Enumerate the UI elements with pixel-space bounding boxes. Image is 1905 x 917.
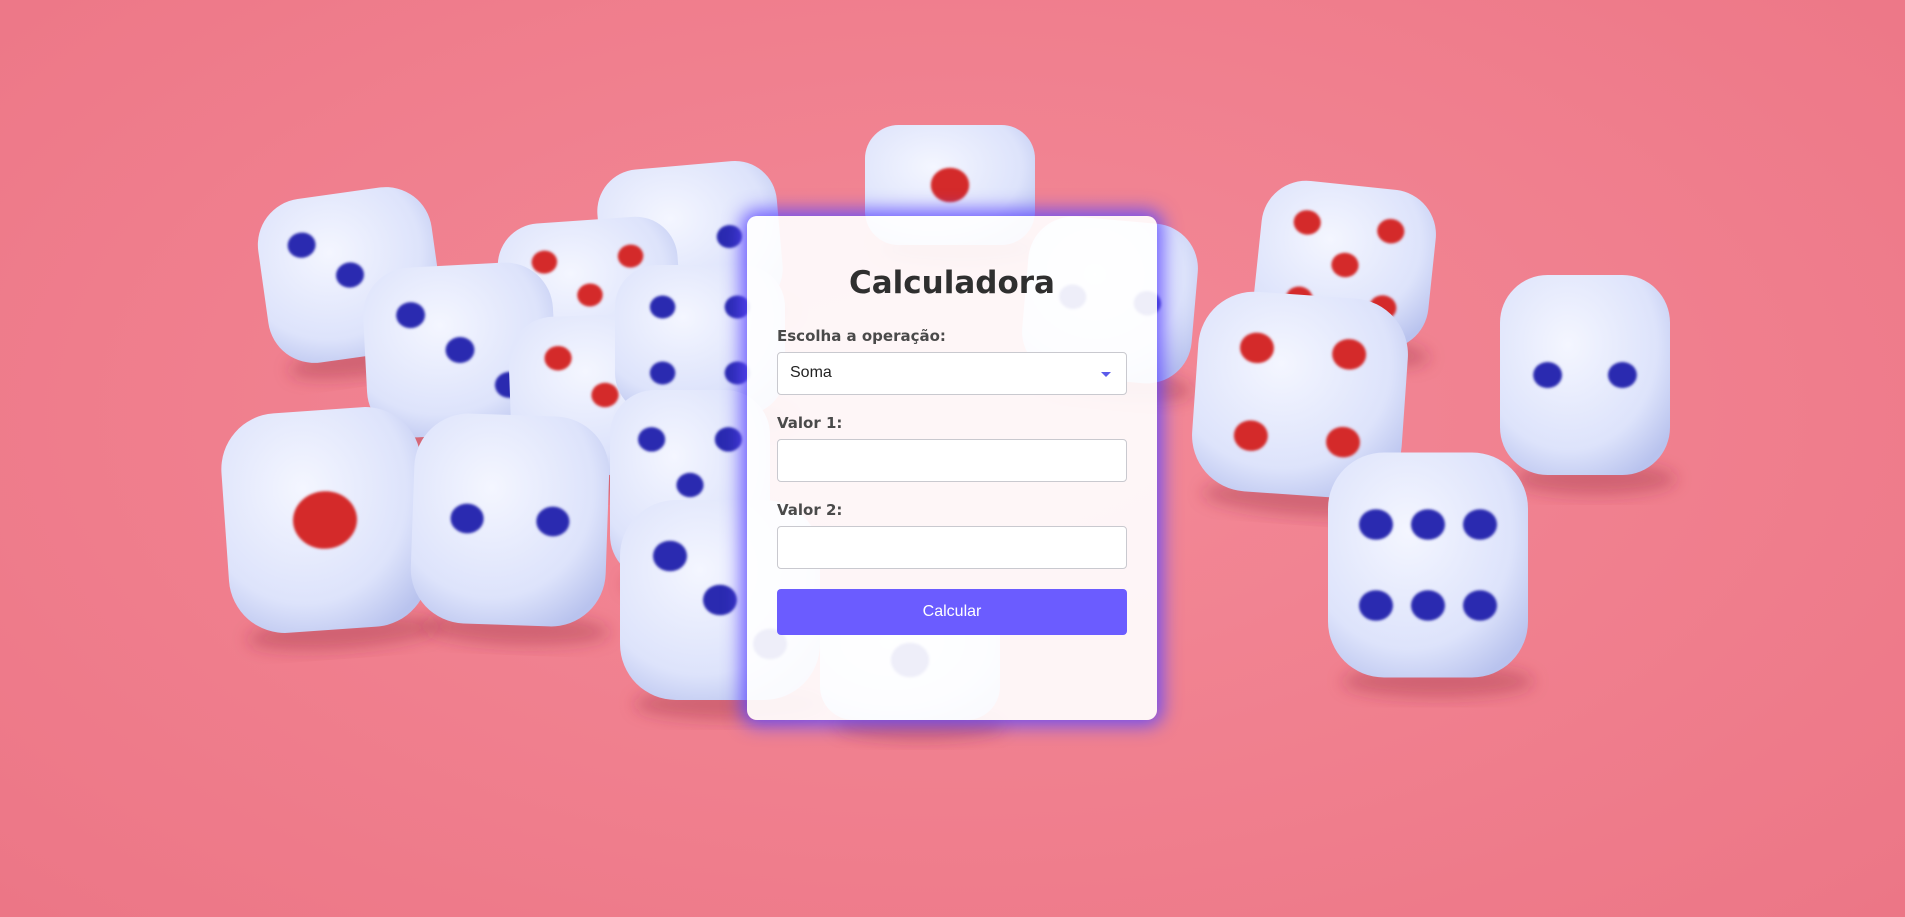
value1-input[interactable]	[777, 439, 1127, 482]
operation-selected-value: Soma	[790, 364, 832, 381]
operation-select[interactable]: Soma	[777, 352, 1127, 395]
calculator-card: Calculadora Escolha a operação: Soma Val…	[747, 216, 1157, 720]
die	[1328, 452, 1534, 698]
chevron-down-icon	[1101, 372, 1111, 377]
page-title: Calculadora	[849, 265, 1055, 301]
value1-label: Valor 1:	[777, 414, 843, 432]
operation-label: Escolha a operação:	[777, 327, 946, 345]
die	[1500, 275, 1677, 495]
value2-input[interactable]	[777, 526, 1127, 569]
die	[410, 413, 610, 646]
calculate-button[interactable]: Calcular	[777, 589, 1127, 635]
die	[221, 407, 439, 651]
value2-label: Valor 2:	[777, 501, 843, 519]
